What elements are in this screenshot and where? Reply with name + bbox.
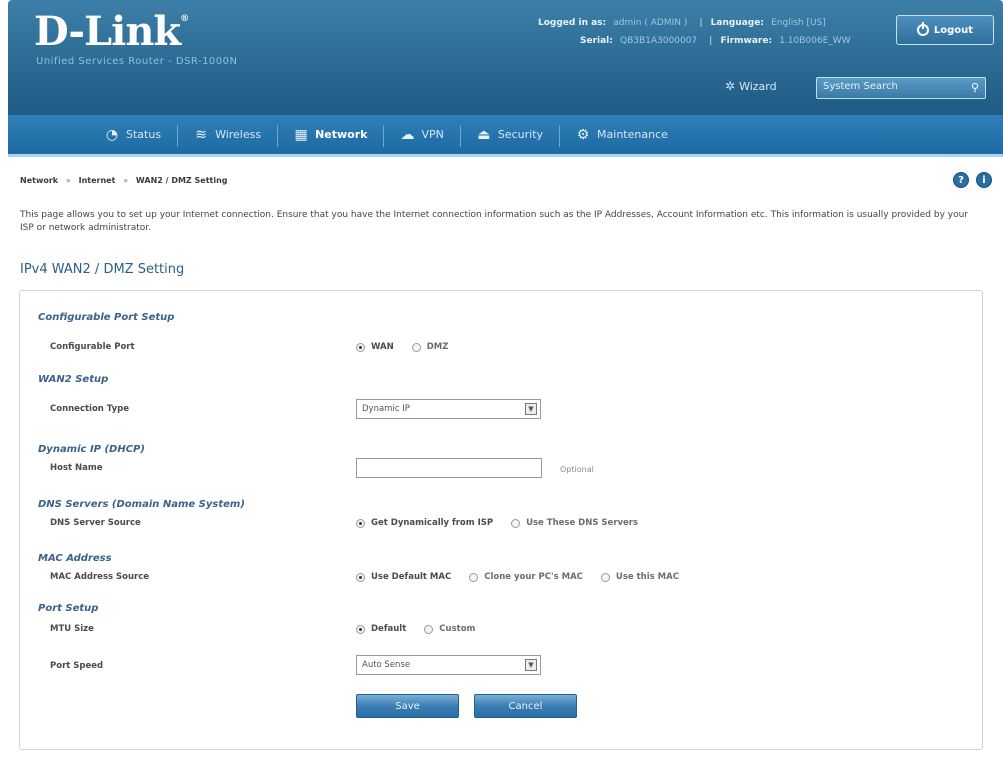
- breadcrumb-network[interactable]: Network: [20, 176, 58, 185]
- port-speed-select[interactable]: Auto Sense ▼: [356, 655, 541, 675]
- section-port: Port Setup: [38, 603, 99, 614]
- dlink-logo: D-Link®: [34, 8, 189, 55]
- network-icon: ▦: [294, 126, 308, 143]
- login-info: Logged in as: admin ( ADMIN ) | Language…: [538, 18, 826, 28]
- mtu-size-radios: Default Custom: [356, 624, 493, 634]
- vpn-icon: ☁: [400, 126, 415, 143]
- device-info: Serial: QB3B1A3000007 | Firmware: 1.10B0…: [580, 36, 851, 46]
- port-speed-label: Port Speed: [50, 661, 104, 671]
- language-select[interactable]: English [US]: [771, 18, 826, 28]
- host-name-input[interactable]: [356, 458, 542, 478]
- radio-dns-dynamic[interactable]: Get Dynamically from ISP: [356, 518, 493, 528]
- optional-hint: Optional: [560, 465, 594, 474]
- header: D-Link® Unified Services Router - DSR-10…: [8, 0, 1003, 115]
- breadcrumb-current: WAN2 / DMZ Setting: [135, 176, 228, 185]
- breadcrumb: Network » Internet » WAN2 / DMZ Setting: [20, 176, 228, 185]
- nav-network[interactable]: ▦ Network: [277, 115, 383, 154]
- radio-mac-custom[interactable]: Use this MAC: [600, 572, 679, 582]
- section-dns: DNS Servers (Domain Name System): [38, 499, 245, 510]
- lock-icon: ⏏: [477, 126, 491, 143]
- help-icon[interactable]: ?: [953, 172, 969, 188]
- nav-status[interactable]: ◔ Status: [88, 115, 177, 154]
- dns-source-radios: Get Dynamically from ISP Use These DNS S…: [356, 518, 656, 528]
- help-icons: ? i: [953, 172, 992, 188]
- power-icon: [916, 22, 929, 36]
- radio-mtu-custom[interactable]: Custom: [424, 624, 475, 634]
- mac-source-label: MAC Address Source: [50, 572, 150, 582]
- logout-button[interactable]: Logout: [896, 15, 994, 45]
- connection-type-label: Connection Type: [50, 404, 129, 414]
- page-description: This page allows you to set up your Inte…: [20, 210, 969, 233]
- connection-type-select[interactable]: Dynamic IP ▼: [356, 399, 541, 419]
- product-name: Unified Services Router - DSR-1000N: [36, 56, 238, 67]
- nav-wireless[interactable]: ≋ Wireless: [177, 115, 277, 154]
- mtu-size-label: MTU Size: [50, 624, 94, 634]
- section-wan2: WAN2 Setup: [38, 374, 109, 385]
- radio-mac-clone[interactable]: Clone your PC's MAC: [469, 572, 583, 582]
- wifi-icon: ≋: [195, 126, 207, 143]
- info-icon[interactable]: i: [976, 172, 992, 188]
- host-name-label: Host Name: [50, 463, 103, 473]
- wizard-link[interactable]: ✲ Wizard: [725, 79, 777, 93]
- main-nav: ◔ Status ≋ Wireless ▦ Network ☁ VPN ⏏ Se…: [8, 115, 1003, 157]
- radio-wan[interactable]: WAN: [356, 342, 394, 352]
- configurable-port-radios: WAN DMZ: [356, 342, 466, 352]
- breadcrumb-internet[interactable]: Internet: [79, 176, 116, 185]
- search-icon[interactable]: ⚲: [971, 81, 979, 94]
- chevron-down-icon: ▼: [525, 659, 537, 671]
- radio-mac-default[interactable]: Use Default MAC: [356, 572, 451, 582]
- save-button[interactable]: Save: [356, 694, 459, 718]
- nav-vpn[interactable]: ☁ VPN: [383, 115, 459, 154]
- settings-panel: Configurable Port Setup Configurable Por…: [19, 290, 983, 750]
- firmware-value: 1.10B006E_WW: [779, 36, 851, 46]
- radio-mtu-default[interactable]: Default: [356, 624, 406, 634]
- mac-source-radios: Use Default MAC Clone your PC's MAC Use …: [356, 572, 697, 582]
- system-search-input[interactable]: System Search ⚲: [816, 77, 986, 99]
- wand-icon: ✲: [725, 79, 736, 93]
- logged-in-user: admin ( ADMIN ): [613, 18, 688, 28]
- radio-dmz[interactable]: DMZ: [411, 342, 448, 352]
- section-dhcp: Dynamic IP (DHCP): [38, 444, 145, 455]
- gauge-icon: ◔: [105, 126, 119, 143]
- page-title: IPv4 WAN2 / DMZ Setting: [20, 262, 185, 277]
- section-mac: MAC Address: [38, 553, 112, 564]
- radio-dns-custom[interactable]: Use These DNS Servers: [511, 518, 638, 528]
- nav-security[interactable]: ⏏ Security: [459, 115, 559, 154]
- chevron-down-icon: ▼: [525, 403, 537, 415]
- serial-value: QB3B1A3000007: [620, 36, 698, 46]
- gears-icon: ⚙: [576, 126, 590, 143]
- nav-maintenance[interactable]: ⚙ Maintenance: [559, 115, 684, 154]
- cancel-button[interactable]: Cancel: [474, 694, 577, 718]
- dns-source-label: DNS Server Source: [50, 518, 141, 528]
- configurable-port-label: Configurable Port: [50, 342, 135, 352]
- section-port-setup: Configurable Port Setup: [38, 312, 175, 323]
